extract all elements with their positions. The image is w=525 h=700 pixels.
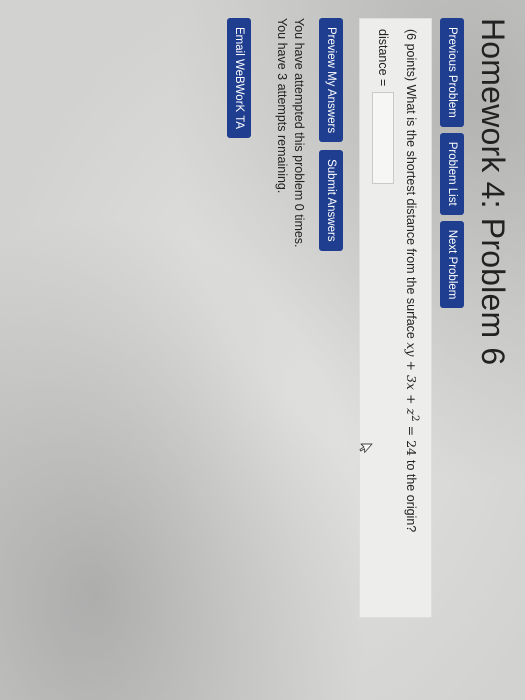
attempt-status: You have attempted this problem 0 times.… [273, 18, 307, 658]
eq-term-3: z [403, 408, 419, 415]
mouse-pointer-icon [359, 443, 373, 453]
problem-box: (6 points) What is the shortest distance… [358, 18, 432, 618]
problem-nav: Previous Problem Problem List Next Probl… [440, 18, 464, 658]
eq-exponent: 2 [409, 415, 421, 422]
photo-background: Homework 4: Problem 6 Previous Problem P… [0, 0, 525, 700]
eq-op-2: + [403, 393, 419, 405]
problem-points: (6 points) [403, 29, 418, 82]
footer: Email WeBWorK TA [226, 18, 251, 658]
webwork-page: Homework 4: Problem 6 Previous Problem P… [0, 0, 525, 700]
submit-answers-button[interactable]: Submit Answers [318, 150, 343, 251]
next-problem-button[interactable]: Next Problem [440, 220, 464, 309]
answer-actions: Preview My Answers Submit Answers [318, 18, 343, 658]
eq-op-1: + [403, 360, 419, 371]
eq-op-3: = [403, 425, 419, 437]
page-title: Homework 4: Problem 6 [475, 18, 511, 366]
previous-problem-button[interactable]: Previous Problem [440, 18, 464, 127]
attempted-text: You have attempted this problem 0 times. [291, 18, 306, 248]
email-ta-button[interactable]: Email WeBWorK TA [226, 18, 251, 139]
question-text-after: to the origin? [403, 459, 418, 533]
question-text-before: What is the shortest distance from the s… [403, 84, 418, 339]
surface-equation: xy + 3x + z2 = 24 [403, 342, 421, 460]
distance-input[interactable] [371, 92, 394, 185]
problem-list-button[interactable]: Problem List [440, 132, 464, 215]
problem-question: (6 points) What is the shortest distance… [404, 29, 421, 607]
answer-row: distance = [371, 29, 394, 607]
eq-term-1: xy [403, 342, 419, 357]
page-content: Homework 4: Problem 6 Previous Problem P… [226, 18, 511, 658]
remaining-text: You have 3 attempts remaining. [274, 18, 289, 194]
preview-answers-button[interactable]: Preview My Answers [318, 18, 343, 143]
eq-term-2: 3x [403, 374, 419, 390]
eq-rhs: 24 [403, 440, 419, 456]
answer-label: distance = [375, 29, 390, 87]
